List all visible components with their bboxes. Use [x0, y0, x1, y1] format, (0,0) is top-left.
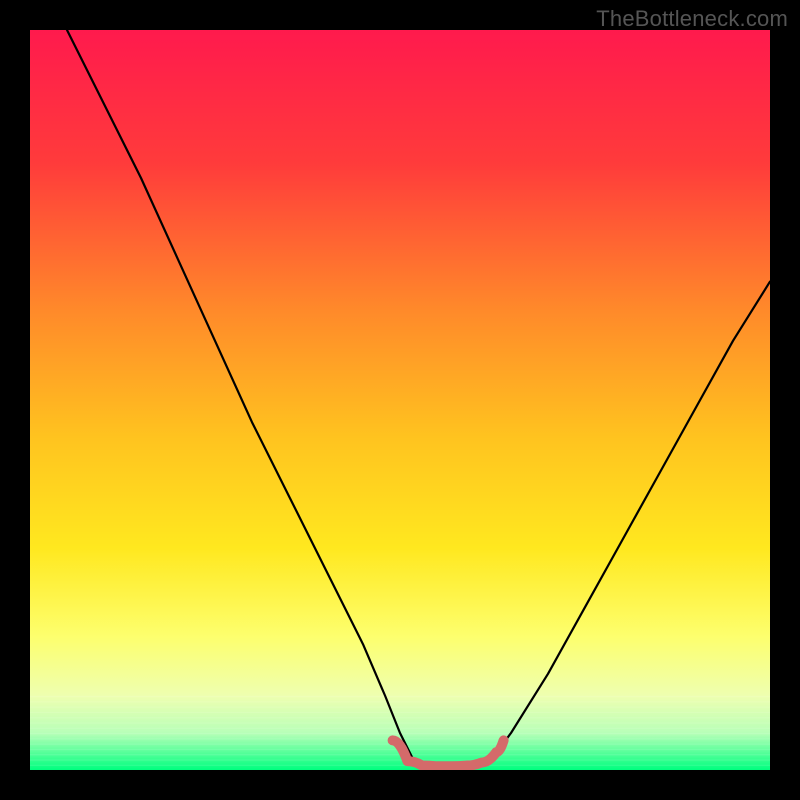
band-stripe [30, 728, 770, 729]
plot-area [30, 30, 770, 770]
gradient-background [30, 30, 770, 770]
band-stripe [30, 765, 770, 766]
chart-svg [30, 30, 770, 770]
band-stripe [30, 696, 770, 697]
band-stripe [30, 717, 770, 718]
watermark-text: TheBottleneck.com [596, 6, 788, 32]
chart-container: TheBottleneck.com [0, 0, 800, 800]
band-stripe [30, 712, 770, 713]
band-stripe [30, 701, 770, 702]
band-stripe [30, 722, 770, 723]
band-stripe [30, 759, 770, 760]
band-stripe [30, 707, 770, 708]
